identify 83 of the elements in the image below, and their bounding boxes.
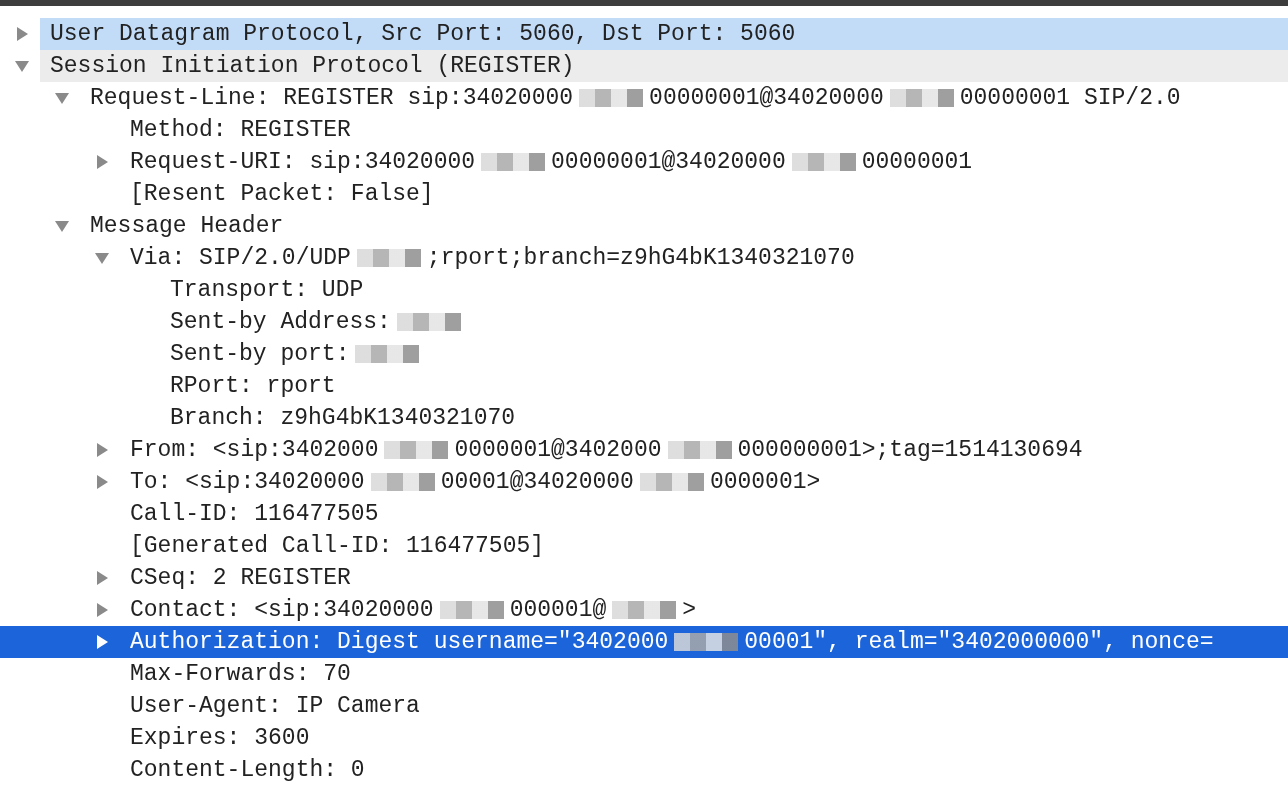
row-text: RPort: rport	[170, 373, 336, 399]
expand-arrow-icon[interactable]	[14, 26, 30, 42]
redaction-mark	[396, 313, 461, 331]
redaction-mark	[384, 441, 449, 459]
tree-row[interactable]: Contact: <sip:34020000 000001@ >	[0, 594, 1288, 626]
row-text: Message Header	[90, 213, 284, 239]
tree-row[interactable]: To: <sip:34020000 00001@34020000 0000001>	[0, 466, 1288, 498]
collapse-arrow-icon[interactable]	[54, 218, 70, 234]
expand-arrow-icon[interactable]	[94, 154, 110, 170]
row-text: 00000001 SIP/2.0	[959, 85, 1181, 111]
row-text: 00000001	[861, 149, 973, 175]
redaction-mark	[889, 89, 954, 107]
row-text: 00000001@34020000	[551, 149, 786, 175]
tree-row[interactable]: From: <sip:3402000 0000001@3402000 000000001>;tag=1514130694	[0, 434, 1288, 466]
row-text: ;rport;branch=z9hG4bK1340321070	[426, 245, 855, 271]
row-text: 00001@34020000	[440, 469, 634, 495]
tree-row[interactable]: Branch: z9hG4bK1340321070	[0, 402, 1288, 434]
row-text: 00000001@34020000	[649, 85, 884, 111]
row-text: User Datagram Protocol, Src Port: 5060, Dst Port: 5060	[50, 21, 796, 47]
redaction-mark	[356, 249, 421, 267]
row-text: Method: REGISTER	[130, 117, 351, 143]
row-text: Request-URI: sip:34020000	[130, 149, 476, 175]
row-text: Sent-by Address:	[170, 309, 391, 335]
row-text: 0000001>	[709, 469, 821, 495]
row-text: Via: SIP/2.0/UDP	[130, 245, 351, 271]
row-text: Authorization: Digest username="3402000	[130, 629, 669, 655]
row-text: User-Agent: IP Camera	[130, 693, 420, 719]
tree-row[interactable]: Max-Forwards: 70	[0, 658, 1288, 690]
row-text: CSeq: 2 REGISTER	[130, 565, 351, 591]
collapse-arrow-icon[interactable]	[94, 250, 110, 266]
row-text: From: <sip:3402000	[130, 437, 379, 463]
tree-row[interactable]: Sent-by port:	[0, 338, 1288, 370]
tree-row[interactable]: Method: REGISTER	[0, 114, 1288, 146]
row-text: [Generated Call-ID: 116477505]	[130, 533, 545, 559]
row-text: Branch: z9hG4bK1340321070	[170, 405, 516, 431]
row-text: 000000001>;tag=1514130694	[737, 437, 1083, 463]
tree-row[interactable]: Content-Length: 0	[0, 754, 1288, 786]
collapse-arrow-icon[interactable]	[54, 90, 70, 106]
tree-row[interactable]: Message Header	[0, 210, 1288, 242]
tree-row[interactable]: Call-ID: 116477505	[0, 498, 1288, 530]
row-text: Sent-by port:	[170, 341, 350, 367]
tree-row[interactable]: Sent-by Address:	[0, 306, 1288, 338]
tree-row[interactable]: Authorization: Digest username="3402000 00001", realm="3402000000", nonce=	[0, 626, 1288, 658]
tree-row[interactable]: Via: SIP/2.0/UDP ;rport;branch=z9hG4bK1340321070	[0, 242, 1288, 274]
redaction-mark	[579, 89, 644, 107]
row-text: Expires: 3600	[130, 725, 310, 751]
tree-row[interactable]: RPort: rport	[0, 370, 1288, 402]
row-text: Max-Forwards: 70	[130, 661, 351, 687]
redaction-mark	[639, 473, 704, 491]
redaction-mark	[439, 601, 504, 619]
row-text: 000001@	[509, 597, 607, 623]
tree-row[interactable]: Request-Line: REGISTER sip:34020000 00000001@34020000 00000001 SIP/2.0	[0, 82, 1288, 114]
redaction-mark	[481, 153, 546, 171]
row-text: >	[682, 597, 697, 623]
tree-row[interactable]: Transport: UDP	[0, 274, 1288, 306]
redaction-mark	[370, 473, 435, 491]
expand-arrow-icon[interactable]	[94, 442, 110, 458]
redaction-mark	[791, 153, 856, 171]
row-text: 00001", realm="3402000000", nonce=	[744, 629, 1214, 655]
row-text: Call-ID: 116477505	[130, 501, 379, 527]
row-text: Contact: <sip:34020000	[130, 597, 434, 623]
tree-row[interactable]: Expires: 3600	[0, 722, 1288, 754]
redaction-mark	[612, 601, 677, 619]
row-text: [Resent Packet: False]	[130, 181, 434, 207]
tree-row[interactable]: CSeq: 2 REGISTER	[0, 562, 1288, 594]
row-text: Content-Length: 0	[130, 757, 365, 783]
row-text: Session Initiation Protocol (REGISTER)	[50, 53, 575, 79]
redaction-mark	[355, 345, 420, 363]
redaction-mark	[674, 633, 739, 651]
row-text: Request-Line: REGISTER sip:34020000	[90, 85, 574, 111]
expand-arrow-icon[interactable]	[94, 474, 110, 490]
row-text: To: <sip:34020000	[130, 469, 365, 495]
row-text: 0000001@3402000	[454, 437, 662, 463]
tree-row[interactable]: [Generated Call-ID: 116477505]	[0, 530, 1288, 562]
collapse-arrow-icon[interactable]	[14, 58, 30, 74]
tree-row[interactable]: User-Agent: IP Camera	[0, 690, 1288, 722]
tree-row[interactable]: Request-URI: sip:34020000 00000001@34020000 00000001	[0, 146, 1288, 178]
row-text: Transport: UDP	[170, 277, 364, 303]
expand-arrow-icon[interactable]	[94, 634, 110, 650]
expand-arrow-icon[interactable]	[94, 602, 110, 618]
redaction-mark	[667, 441, 732, 459]
expand-arrow-icon[interactable]	[94, 570, 110, 586]
tree-row[interactable]: [Resent Packet: False]	[0, 178, 1288, 210]
